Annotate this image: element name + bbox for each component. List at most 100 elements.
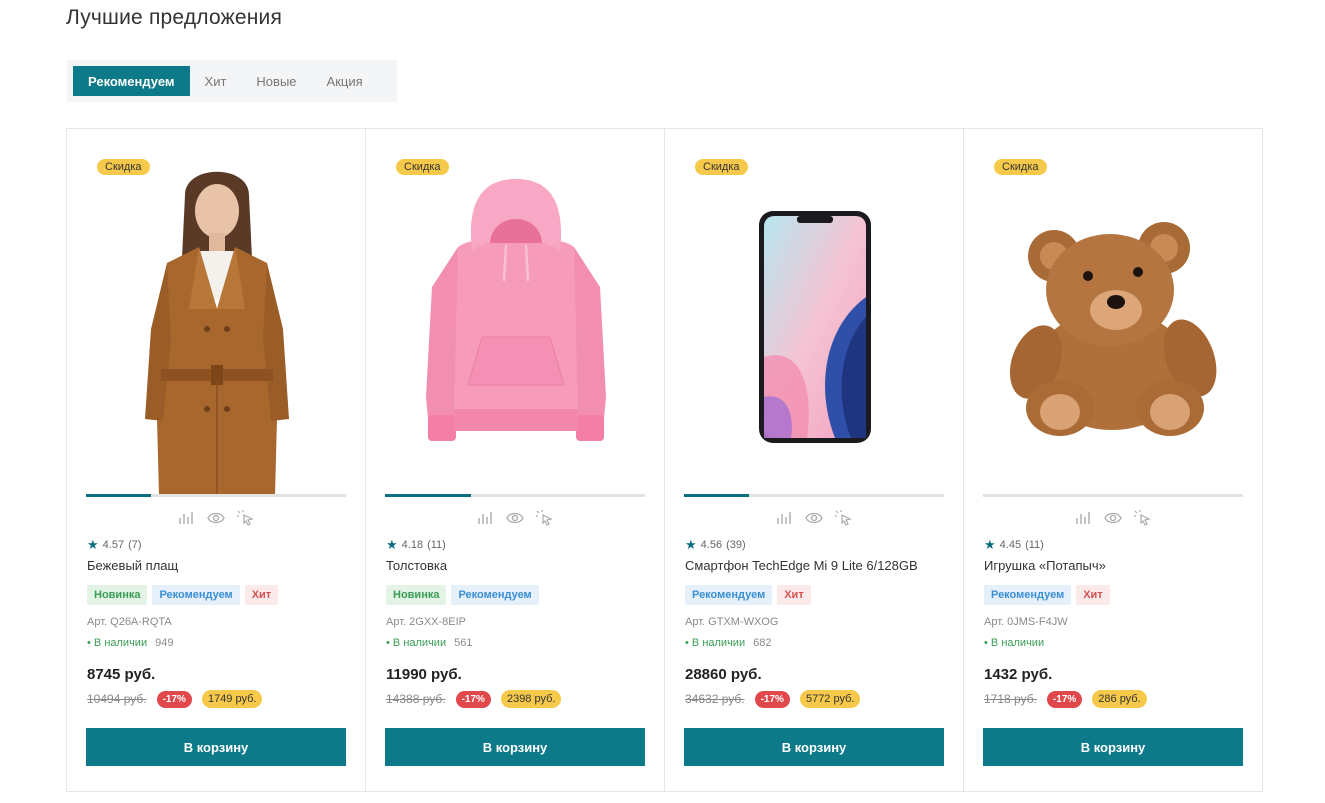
quick-view-icon[interactable] <box>505 509 525 527</box>
buy-one-click-icon[interactable] <box>535 509 555 527</box>
gallery-slider-fill <box>385 494 471 497</box>
reviews-count: (7) <box>128 539 142 551</box>
add-to-cart-button[interactable]: В корзину <box>684 728 944 766</box>
buy-one-click-icon[interactable] <box>834 509 854 527</box>
product-name[interactable]: Игрушка «Потапыч» <box>984 558 1106 573</box>
stock-label: • В наличии <box>984 637 1045 649</box>
product-image-teddy-bear[interactable] <box>984 159 1244 495</box>
gallery-slider[interactable] <box>983 494 1243 497</box>
product-grid: Скидка ★ 4.57 (7) Бежевый плащ Новинка Р… <box>66 128 1263 792</box>
stock-count: 949 <box>155 637 174 649</box>
compare-icon[interactable] <box>1073 509 1093 527</box>
stock-count: 561 <box>454 637 473 649</box>
tab-sale[interactable]: Акция <box>312 66 378 96</box>
stock-label: • В наличии <box>87 637 148 649</box>
gallery-slider-fill <box>86 494 151 497</box>
saving-badge: 5772 руб. <box>799 690 861 708</box>
price-details: 10494 руб. -17% 1749 руб. <box>87 690 263 708</box>
reviews-count: (11) <box>427 539 446 551</box>
tag-recommended: Рекомендуем <box>152 585 240 605</box>
product-sku: Арт. 2GXX-8EIP <box>386 616 467 628</box>
product-name[interactable]: Смартфон TechEdge Mi 9 Lite 6/128GB <box>685 558 918 573</box>
tag-hit: Хит <box>244 585 279 605</box>
gallery-slider[interactable] <box>684 494 944 497</box>
star-icon: ★ <box>685 537 697 552</box>
sale-badge: Скидка <box>994 159 1047 175</box>
star-icon: ★ <box>984 537 996 552</box>
product-actions <box>665 509 963 527</box>
product-image-smartphone[interactable] <box>685 159 945 495</box>
add-to-cart-button[interactable]: В корзину <box>86 728 346 766</box>
product-image-trench-coat[interactable] <box>87 159 347 495</box>
tag-new: Новинка <box>386 585 447 605</box>
product-tags: Рекомендуем Хит <box>984 585 1110 605</box>
product-tags: Новинка Рекомендуем Хит <box>87 585 279 605</box>
rating-value: 4.18 <box>401 539 424 551</box>
quick-view-icon[interactable] <box>206 509 226 527</box>
stock-label-text: В наличии <box>990 637 1045 649</box>
product-price: 11990 руб. <box>386 666 462 683</box>
product-image-hoodie[interactable] <box>386 159 646 495</box>
product-price: 8745 руб. <box>87 666 156 683</box>
product-card: Скидка <box>964 129 1262 791</box>
stock-label-text: В наличии <box>392 637 447 649</box>
reviews-count: (11) <box>1025 539 1044 551</box>
discount-badge: -17% <box>455 690 491 708</box>
stock-label-text: В наличии <box>93 637 148 649</box>
compare-icon[interactable] <box>475 509 495 527</box>
tab-new[interactable]: Новые <box>241 66 311 96</box>
quick-view-icon[interactable] <box>1103 509 1123 527</box>
stock-label-text: В наличии <box>691 637 746 649</box>
product-rating: ★ 4.18 (11) <box>386 537 446 553</box>
saving-badge: 286 руб. <box>1092 690 1147 708</box>
tag-recommended: Рекомендуем <box>984 585 1072 605</box>
product-sku: Арт. GTXM-WXOG <box>685 616 779 628</box>
product-card: Скидка <box>366 129 665 791</box>
tab-recommended[interactable]: Рекомендуем <box>73 66 190 96</box>
product-price: 28860 руб. <box>685 666 762 683</box>
price-details: 34632 руб. -17% 5772 руб. <box>685 690 861 708</box>
product-actions <box>67 509 365 527</box>
stock-label: • В наличии <box>386 637 447 649</box>
stock-label: • В наличии <box>685 637 746 649</box>
discount-badge: -17% <box>1046 690 1083 708</box>
compare-icon[interactable] <box>774 509 794 527</box>
tab-hit[interactable]: Хит <box>190 66 242 96</box>
rating-value: 4.45 <box>999 539 1022 551</box>
old-price: 34632 руб. <box>685 692 745 706</box>
add-to-cart-button[interactable]: В корзину <box>983 728 1243 766</box>
old-price: 1718 руб. <box>984 692 1037 706</box>
product-sku: Арт. Q26A-RQTA <box>87 616 172 628</box>
sale-badge: Скидка <box>97 159 150 175</box>
stock-status: • В наличии 949 <box>87 637 173 649</box>
gallery-slider[interactable] <box>385 494 645 497</box>
star-icon: ★ <box>87 537 99 552</box>
compare-icon[interactable] <box>176 509 196 527</box>
product-card: Скидка <box>67 129 366 791</box>
product-tabs: Рекомендуем Хит Новые Акция <box>67 60 397 102</box>
add-to-cart-button[interactable]: В корзину <box>385 728 645 766</box>
product-name[interactable]: Бежевый плащ <box>87 558 178 573</box>
sale-badge: Скидка <box>695 159 748 175</box>
product-sku: Арт. 0JMS-F4JW <box>984 616 1068 628</box>
stock-status: • В наличии 682 <box>685 637 771 649</box>
product-price: 1432 руб. <box>984 666 1053 683</box>
reviews-count: (39) <box>726 539 746 551</box>
discount-badge: -17% <box>754 690 790 708</box>
sale-badge: Скидка <box>396 159 449 175</box>
product-rating: ★ 4.45 (11) <box>984 537 1044 553</box>
product-card: Скидка <box>665 129 964 791</box>
product-rating: ★ 4.56 (39) <box>685 537 746 553</box>
tag-recommended: Рекомендуем <box>685 585 773 605</box>
discount-badge: -17% <box>156 690 192 708</box>
tag-new: Новинка <box>87 585 148 605</box>
product-actions <box>964 509 1262 527</box>
product-name[interactable]: Толстовка <box>386 558 447 573</box>
buy-one-click-icon[interactable] <box>1133 509 1153 527</box>
buy-one-click-icon[interactable] <box>236 509 256 527</box>
gallery-slider[interactable] <box>86 494 346 497</box>
rating-value: 4.56 <box>700 539 723 551</box>
quick-view-icon[interactable] <box>804 509 824 527</box>
rating-value: 4.57 <box>102 539 125 551</box>
price-details: 1718 руб. -17% 286 руб. <box>984 690 1147 708</box>
